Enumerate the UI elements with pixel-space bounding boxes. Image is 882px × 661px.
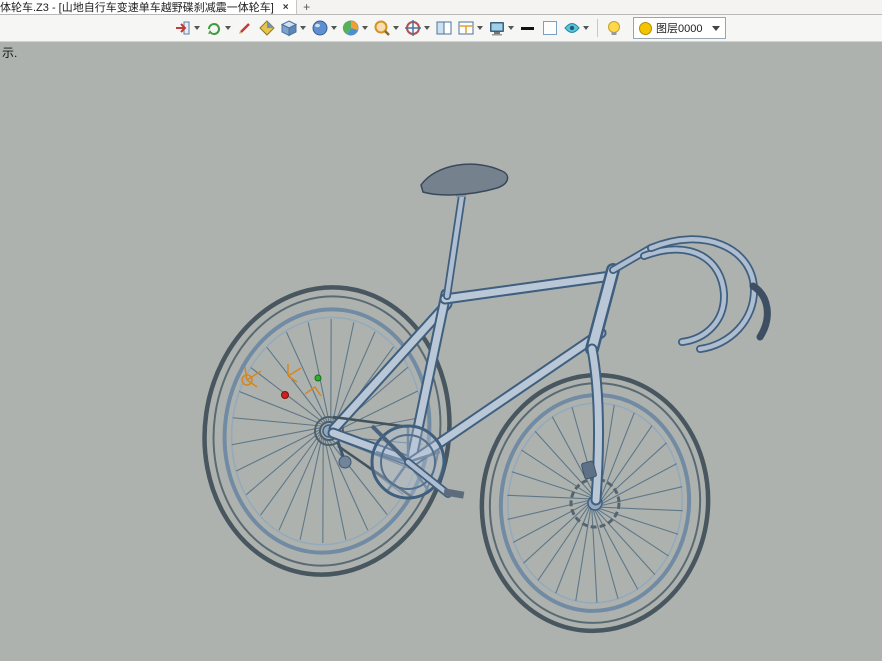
dropdown-caret: [194, 26, 200, 30]
solid-display-button[interactable]: [279, 17, 308, 39]
layer-combo-caret[interactable]: [712, 26, 720, 31]
dropdown-caret: [424, 26, 430, 30]
shaded-sphere-icon: [311, 19, 329, 37]
shaded-display-button[interactable]: [310, 17, 339, 39]
import-button[interactable]: [173, 17, 202, 39]
view-toolbar: 图层0000: [0, 15, 882, 42]
dropdown-caret: [477, 26, 483, 30]
import-icon: [174, 19, 192, 37]
layer-combo[interactable]: 图层0000: [633, 17, 726, 39]
dropdown-caret: [583, 26, 589, 30]
handlebar[interactable]: [644, 239, 767, 349]
display-settings-button[interactable]: [487, 17, 516, 39]
datum-point-green[interactable]: [315, 375, 321, 381]
new-tab-button[interactable]: +: [297, 0, 317, 14]
rotate-target-icon: [404, 19, 422, 37]
show-hide-button[interactable]: [604, 17, 624, 39]
dropdown-caret: [393, 26, 399, 30]
drivetrain[interactable]: [333, 417, 464, 499]
display-monitor-icon: [488, 19, 506, 37]
window-layout-button[interactable]: [456, 17, 485, 39]
annotate-pen-icon: [236, 19, 254, 37]
section-view-button[interactable]: [341, 17, 370, 39]
view-orientation-icon: [205, 19, 223, 37]
dropdown-caret: [508, 26, 514, 30]
view-eye-icon: [563, 19, 581, 37]
rotate-center-button[interactable]: [403, 17, 432, 39]
dropdown-caret: [225, 26, 231, 30]
document-tabbar: 体轮车.Z3 - [山地自行车变速单车越野碟刹减震一体轮车] × +: [0, 0, 882, 15]
dropdown-caret: [362, 26, 368, 30]
bicycle-model[interactable]: [0, 42, 882, 661]
line-width-button[interactable]: [518, 17, 538, 39]
view-orientation-button[interactable]: [204, 17, 233, 39]
dropdown-caret: [300, 26, 306, 30]
line-width-icon: [519, 19, 537, 37]
toolbar-separator: [597, 19, 598, 37]
show-hide-bulb-icon: [605, 19, 623, 37]
zoom-icon: [373, 19, 391, 37]
saddle[interactable]: [421, 164, 508, 197]
layer-combo-value: 图层0000: [656, 20, 702, 36]
layer-color-swatch: [639, 22, 652, 35]
background-color-icon: [541, 19, 559, 37]
window-layout-icon: [457, 19, 475, 37]
tab-close-icon[interactable]: ×: [280, 2, 292, 13]
datum-diamond-icon: [258, 19, 276, 37]
datum-button[interactable]: [257, 17, 277, 39]
dropdown-caret: [331, 26, 337, 30]
document-tab[interactable]: 体轮车.Z3 - [山地自行车变速单车越野碟刹减震一体轮车] ×: [0, 0, 297, 14]
window-pane-button[interactable]: [434, 17, 454, 39]
document-tab-title: 体轮车.Z3 - [山地自行车变速单车越野碟刹减震一体轮车]: [0, 0, 274, 15]
annotate-pen-button[interactable]: [235, 17, 255, 39]
window-pane-icon: [435, 19, 453, 37]
origin-point-red[interactable]: [282, 392, 289, 399]
rear-derailleur: [339, 456, 351, 468]
solid-cube-icon: [280, 19, 298, 37]
background-color-button[interactable]: [540, 17, 560, 39]
zoom-button[interactable]: [372, 17, 401, 39]
view-mode-button[interactable]: [562, 17, 591, 39]
section-pie-icon: [342, 19, 360, 37]
viewport-3d[interactable]: 示.: [0, 42, 882, 661]
